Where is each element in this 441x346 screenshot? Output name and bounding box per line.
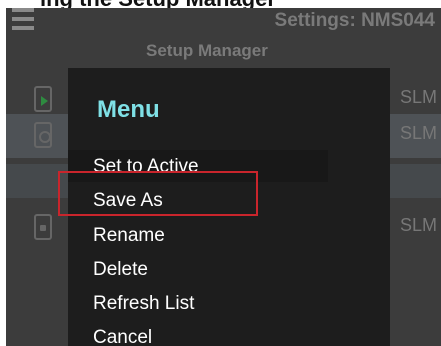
menu-item-set-to-active[interactable]: Set to Active [93, 151, 199, 183]
menu-item-save-as[interactable]: Save As [93, 185, 163, 217]
setup-manager-title: Setup Manager [146, 41, 268, 60]
document-caption: ing the Setup Manager [0, 0, 441, 8]
gear-document-icon [34, 122, 52, 148]
app-window: Settings: NMS044 Setup Manager SLM SLM S… [6, 8, 441, 346]
settings-title: Settings: NMS044 [274, 10, 435, 31]
header-bar: Settings: NMS044 Setup Manager [6, 8, 441, 66]
menu-title: Menu [97, 96, 160, 123]
menu-item-cancel[interactable]: Cancel [93, 322, 152, 346]
row-label: SLM [399, 123, 437, 143]
menu-item-refresh-list[interactable]: Refresh List [93, 288, 194, 320]
row-label: SLM [399, 87, 437, 107]
menu-item-rename[interactable]: Rename [93, 220, 165, 252]
row-label: SLM [399, 215, 437, 235]
menu-item-delete[interactable]: Delete [93, 254, 148, 286]
lock-document-icon [34, 214, 52, 240]
hamburger-menu-icon[interactable] [12, 8, 34, 32]
context-menu: Menu Set to Active Save As Rename Delete… [68, 68, 390, 346]
play-document-icon [34, 86, 52, 112]
